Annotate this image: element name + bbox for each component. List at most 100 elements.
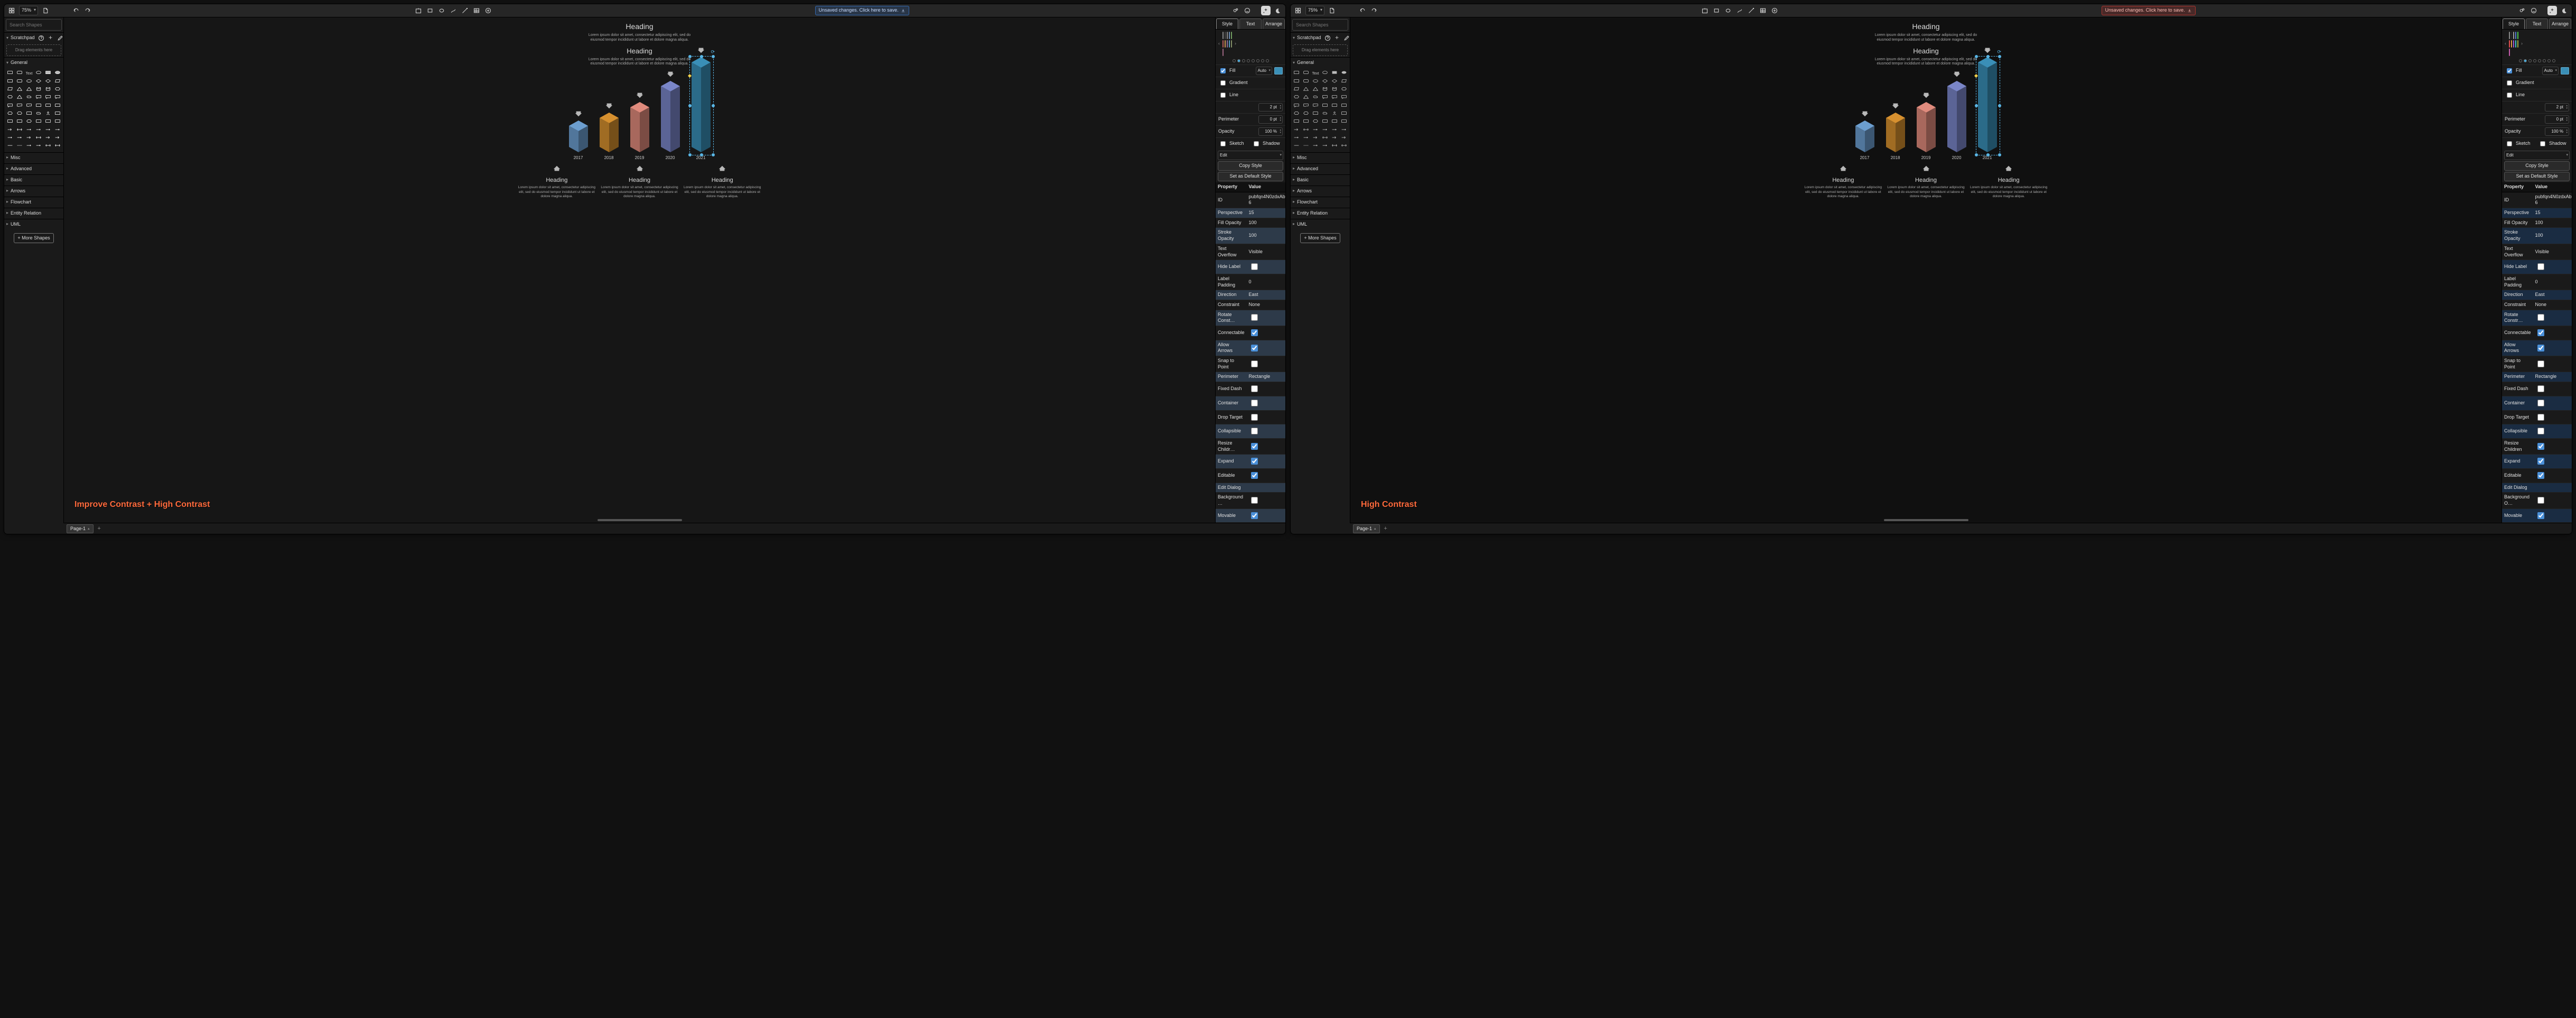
- shape-thumb[interactable]: [1293, 78, 1301, 85]
- bar-2019[interactable]: [630, 102, 649, 152]
- shape-thumb[interactable]: [53, 95, 61, 101]
- color-swatch[interactable]: [1225, 32, 1226, 39]
- shape-thumb[interactable]: [44, 135, 52, 142]
- prop-check[interactable]: [1251, 385, 1258, 392]
- shape-thumb[interactable]: [44, 103, 52, 109]
- shape-thumb[interactable]: Text: [1312, 70, 1320, 77]
- prop-value[interactable]: None: [2535, 302, 2547, 307]
- prop-check[interactable]: [2537, 497, 2544, 504]
- comments-icon[interactable]: [1243, 6, 1252, 15]
- shape-thumb[interactable]: [1302, 127, 1310, 134]
- shape-thumb[interactable]: [25, 87, 33, 93]
- prop-value[interactable]: 15: [1249, 210, 1254, 215]
- new-page-icon[interactable]: [41, 6, 50, 15]
- prop-value[interactable]: 100: [1249, 233, 1257, 238]
- shape-thumb[interactable]: [1293, 127, 1301, 134]
- color-swatch[interactable]: [1229, 40, 1230, 48]
- shape-thumb[interactable]: [6, 111, 14, 117]
- tab-text[interactable]: Text: [1239, 18, 1262, 29]
- prop-value[interactable]: East: [1249, 292, 1258, 297]
- shape-thumb[interactable]: [34, 78, 42, 85]
- shape-thumb[interactable]: [6, 95, 14, 101]
- shape-thumb[interactable]: [1321, 143, 1329, 150]
- shape-thumb[interactable]: [34, 103, 42, 109]
- color-swatch[interactable]: [2513, 40, 2514, 48]
- tab-arrange[interactable]: Arrange: [2549, 18, 2571, 29]
- shape-thumb[interactable]: [34, 95, 42, 101]
- line-checkbox[interactable]: [1220, 92, 1226, 98]
- save-button[interactable]: Unsaved changes. Click here to save.: [2102, 6, 2196, 15]
- shape-thumb[interactable]: [1312, 78, 1320, 85]
- search-shapes[interactable]: [6, 19, 62, 31]
- shape-thumb[interactable]: [1340, 111, 1348, 117]
- gradient-checkbox[interactable]: [1220, 80, 1226, 86]
- prop-value[interactable]: 0: [2535, 279, 2538, 284]
- shape-section-uml[interactable]: UML: [4, 219, 63, 230]
- prop-check[interactable]: [1251, 428, 1258, 434]
- shape-thumb[interactable]: [1293, 103, 1301, 109]
- shape-thumb[interactable]: [1293, 119, 1301, 125]
- shape-thumb[interactable]: [6, 70, 14, 77]
- tab-arrange[interactable]: Arrange: [1263, 18, 1285, 29]
- prop-check[interactable]: [2537, 458, 2544, 465]
- shape-thumb[interactable]: [1340, 135, 1348, 142]
- shape-thumb[interactable]: [1340, 78, 1348, 85]
- color-swatch[interactable]: [1225, 40, 1226, 48]
- fill-checkbox[interactable]: [1220, 68, 1226, 73]
- color-swatch[interactable]: [1229, 32, 1230, 39]
- shape-thumb[interactable]: [53, 135, 61, 142]
- save-button[interactable]: Unsaved changes. Click here to save.: [815, 6, 909, 15]
- zoom-select[interactable]: 75%: [1305, 6, 1324, 15]
- insert-text-icon[interactable]: [414, 6, 423, 15]
- shape-thumb[interactable]: [1321, 135, 1329, 142]
- shape-thumb[interactable]: [1302, 87, 1310, 93]
- shape-thumb[interactable]: [1302, 143, 1310, 150]
- swatch-prev-icon[interactable]: ‹: [1217, 41, 1221, 47]
- search-input[interactable]: [1295, 22, 1359, 28]
- shape-thumb[interactable]: [34, 111, 42, 117]
- horizontal-scrollbar[interactable]: [64, 517, 1215, 523]
- color-swatch[interactable]: [2517, 40, 2518, 48]
- prop-check[interactable]: [2537, 400, 2544, 406]
- prop-check[interactable]: [1251, 314, 1258, 321]
- shape-thumb[interactable]: [1340, 119, 1348, 125]
- shape-thumb[interactable]: [16, 95, 24, 101]
- shape-thumb[interactable]: [16, 70, 24, 77]
- bar-2018[interactable]: [1886, 113, 1905, 152]
- copy-style-button[interactable]: Copy Style: [1218, 161, 1283, 171]
- share-icon[interactable]: [1231, 6, 1240, 15]
- prop-value[interactable]: Visible: [1249, 249, 1263, 254]
- shape-thumb[interactable]: [44, 70, 52, 77]
- zoom-select[interactable]: 75%: [19, 6, 38, 15]
- shape-thumb[interactable]: [1302, 135, 1310, 142]
- bar-2019[interactable]: [1917, 102, 1936, 152]
- color-swatch[interactable]: [1227, 40, 1228, 48]
- shape-thumb[interactable]: [44, 127, 52, 134]
- redo-icon[interactable]: [1370, 6, 1378, 15]
- shape-thumb[interactable]: [1330, 78, 1338, 85]
- insert-more-icon[interactable]: [484, 6, 492, 15]
- color-swatch[interactable]: [1222, 49, 1224, 56]
- set-default-style-button[interactable]: Set as Default Style: [1218, 172, 1283, 181]
- ai-spark-icon[interactable]: [1261, 6, 1271, 15]
- swatch-prev-icon[interactable]: ‹: [2504, 41, 2507, 47]
- shape-thumb[interactable]: [1330, 119, 1338, 125]
- shape-thumb[interactable]: [16, 78, 24, 85]
- search-shapes[interactable]: [1292, 19, 1348, 31]
- prop-check[interactable]: [2537, 512, 2544, 519]
- shape-thumb[interactable]: [1330, 95, 1338, 101]
- shape-thumb[interactable]: [34, 135, 42, 142]
- insert-table-icon[interactable]: [1759, 6, 1767, 15]
- shape-thumb[interactable]: [44, 78, 52, 85]
- shape-thumb[interactable]: [1330, 111, 1338, 117]
- shape-thumb[interactable]: [6, 87, 14, 93]
- shape-thumb[interactable]: [34, 87, 42, 93]
- prop-value[interactable]: None: [1249, 302, 1261, 307]
- insert-freehand-icon[interactable]: [449, 6, 458, 15]
- redo-icon[interactable]: [83, 6, 92, 15]
- fill-color-swatch[interactable]: [2561, 67, 2569, 75]
- shape-thumb[interactable]: [53, 127, 61, 134]
- shape-thumb[interactable]: [1340, 87, 1348, 93]
- scratchpad-help-icon[interactable]: [37, 34, 45, 42]
- insert-ellipse-icon[interactable]: [437, 6, 446, 15]
